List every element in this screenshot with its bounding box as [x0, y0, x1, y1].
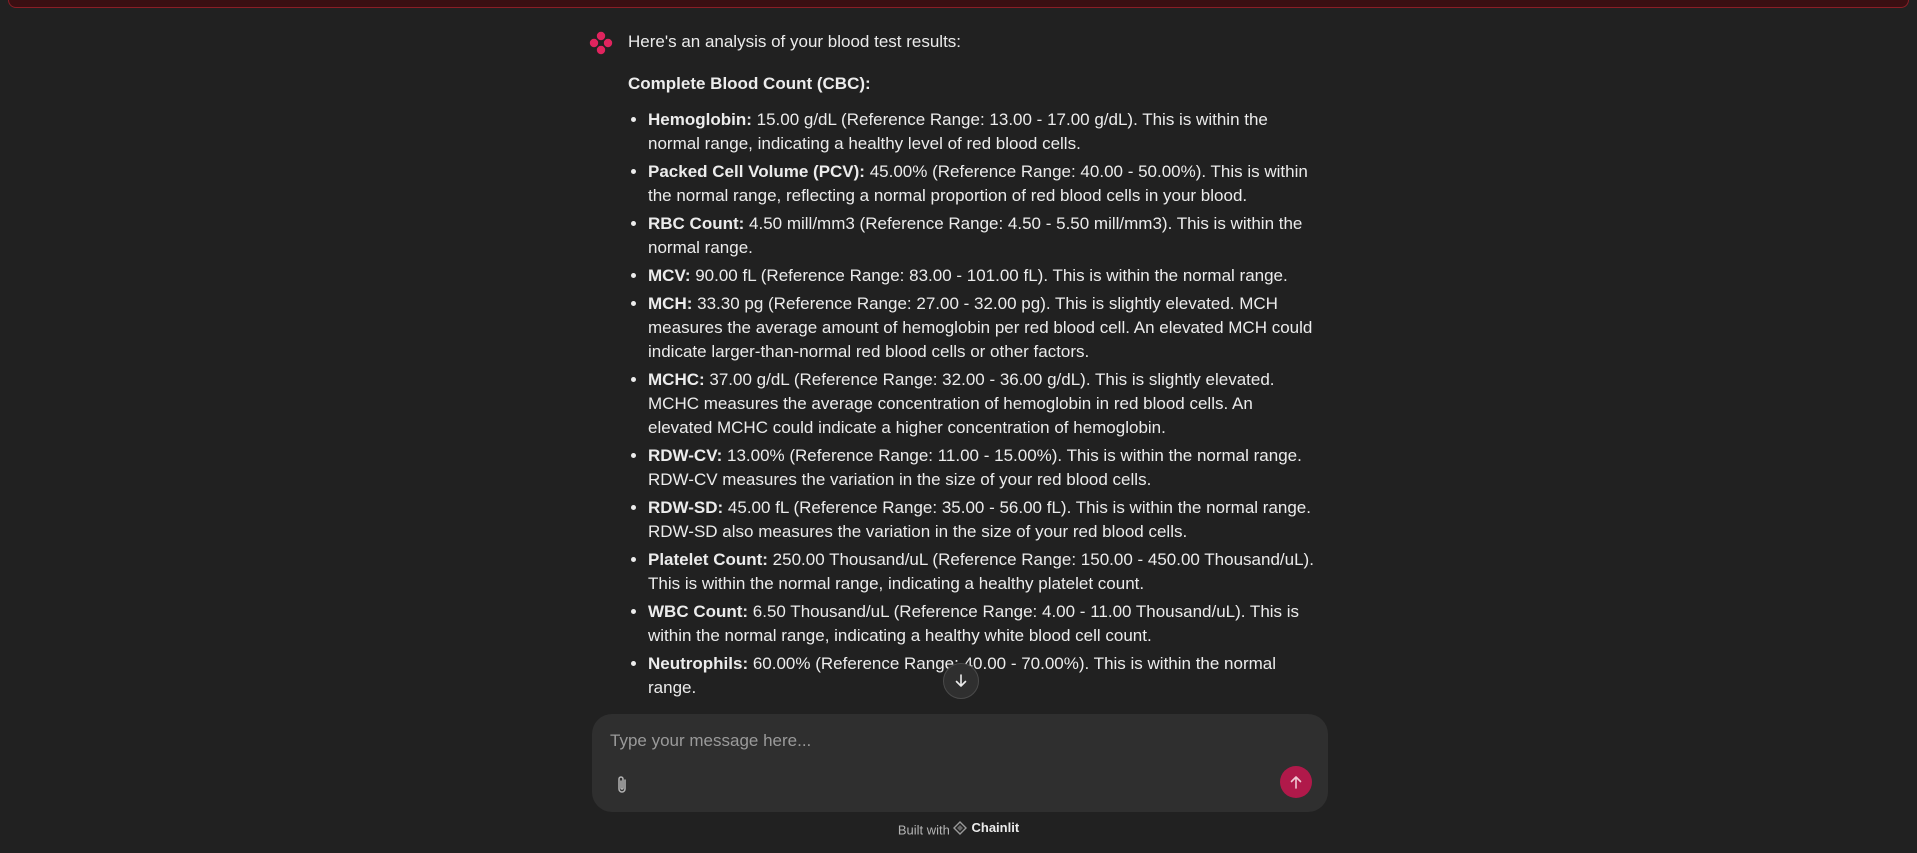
list-item: MCH: 33.30 pg (Reference Range: 27.00 - …: [648, 292, 1318, 364]
paperclip-icon: [618, 776, 626, 793]
message-input[interactable]: [608, 726, 1292, 756]
message-intro: Here's an analysis of your blood test re…: [628, 32, 962, 51]
result-label: Neutrophils:: [648, 654, 749, 673]
send-button[interactable]: [1280, 766, 1312, 798]
result-label: Hemoglobin:: [648, 110, 752, 129]
result-text: 4.50 mill/mm3 (Reference Range: 4.50 - 5…: [648, 214, 1303, 257]
result-label: Platelet Count:: [648, 550, 768, 569]
list-item: RBC Count: 4.50 mill/mm3 (Reference Rang…: [648, 212, 1318, 260]
section-title: Complete Blood Count (CBC):: [628, 74, 871, 93]
result-text: 90.00 fL (Reference Range: 83.00 - 101.0…: [690, 266, 1288, 285]
attach-file-button[interactable]: [610, 772, 634, 798]
result-label: RDW-SD:: [648, 498, 724, 517]
chat-area: Here's an analysis of your blood test re…: [588, 28, 1328, 713]
result-label: WBC Count:: [648, 602, 749, 621]
results-list: Hemoglobin: 15.00 g/dL (Reference Range:…: [628, 108, 1318, 700]
arrow-up-icon: [1290, 776, 1302, 789]
result-text: 13.00% (Reference Range: 11.00 - 15.00%)…: [648, 446, 1302, 489]
result-text: 33.30 pg (Reference Range: 27.00 - 32.00…: [648, 294, 1313, 361]
top-banner: [8, 0, 1909, 8]
message-composer: [592, 714, 1328, 812]
arrow-down-icon: [955, 674, 967, 687]
list-item: Hemoglobin: 15.00 g/dL (Reference Range:…: [648, 108, 1318, 156]
result-label: RBC Count:: [648, 214, 745, 233]
list-item: MCV: 90.00 fL (Reference Range: 83.00 - …: [648, 264, 1318, 288]
footer: Built with Chainlit: [0, 820, 1917, 838]
result-label: RDW-CV:: [648, 446, 723, 465]
result-label: MCH:: [648, 294, 693, 313]
assistant-avatar-icon: [588, 30, 614, 56]
chainlit-link[interactable]: Chainlit: [953, 820, 1019, 835]
result-text: 37.00 g/dL (Reference Range: 32.00 - 36.…: [648, 370, 1275, 437]
result-label: Packed Cell Volume (PCV):: [648, 162, 865, 181]
list-item: MCHC: 37.00 g/dL (Reference Range: 32.00…: [648, 368, 1318, 440]
result-label: MCV:: [648, 266, 691, 285]
result-text: 45.00 fL (Reference Range: 35.00 - 56.00…: [648, 498, 1311, 541]
chainlit-logo-icon: [953, 820, 968, 835]
result-label: MCHC:: [648, 370, 705, 389]
list-item: RDW-SD: 45.00 fL (Reference Range: 35.00…: [648, 496, 1318, 544]
list-item: Neutrophils: 60.00% (Reference Range: 40…: [648, 652, 1318, 700]
list-item: WBC Count: 6.50 Thousand/uL (Reference R…: [648, 600, 1318, 648]
built-with-label: Built with: [897, 822, 950, 838]
scroll-to-bottom-button[interactable]: [943, 663, 979, 699]
assistant-message: Here's an analysis of your blood test re…: [628, 28, 1318, 704]
brand-name: Chainlit: [971, 820, 1020, 835]
list-item: Platelet Count: 250.00 Thousand/uL (Refe…: [648, 548, 1318, 596]
list-item: Packed Cell Volume (PCV): 45.00% (Refere…: [648, 160, 1318, 208]
list-item: RDW-CV: 13.00% (Reference Range: 11.00 -…: [648, 444, 1318, 492]
